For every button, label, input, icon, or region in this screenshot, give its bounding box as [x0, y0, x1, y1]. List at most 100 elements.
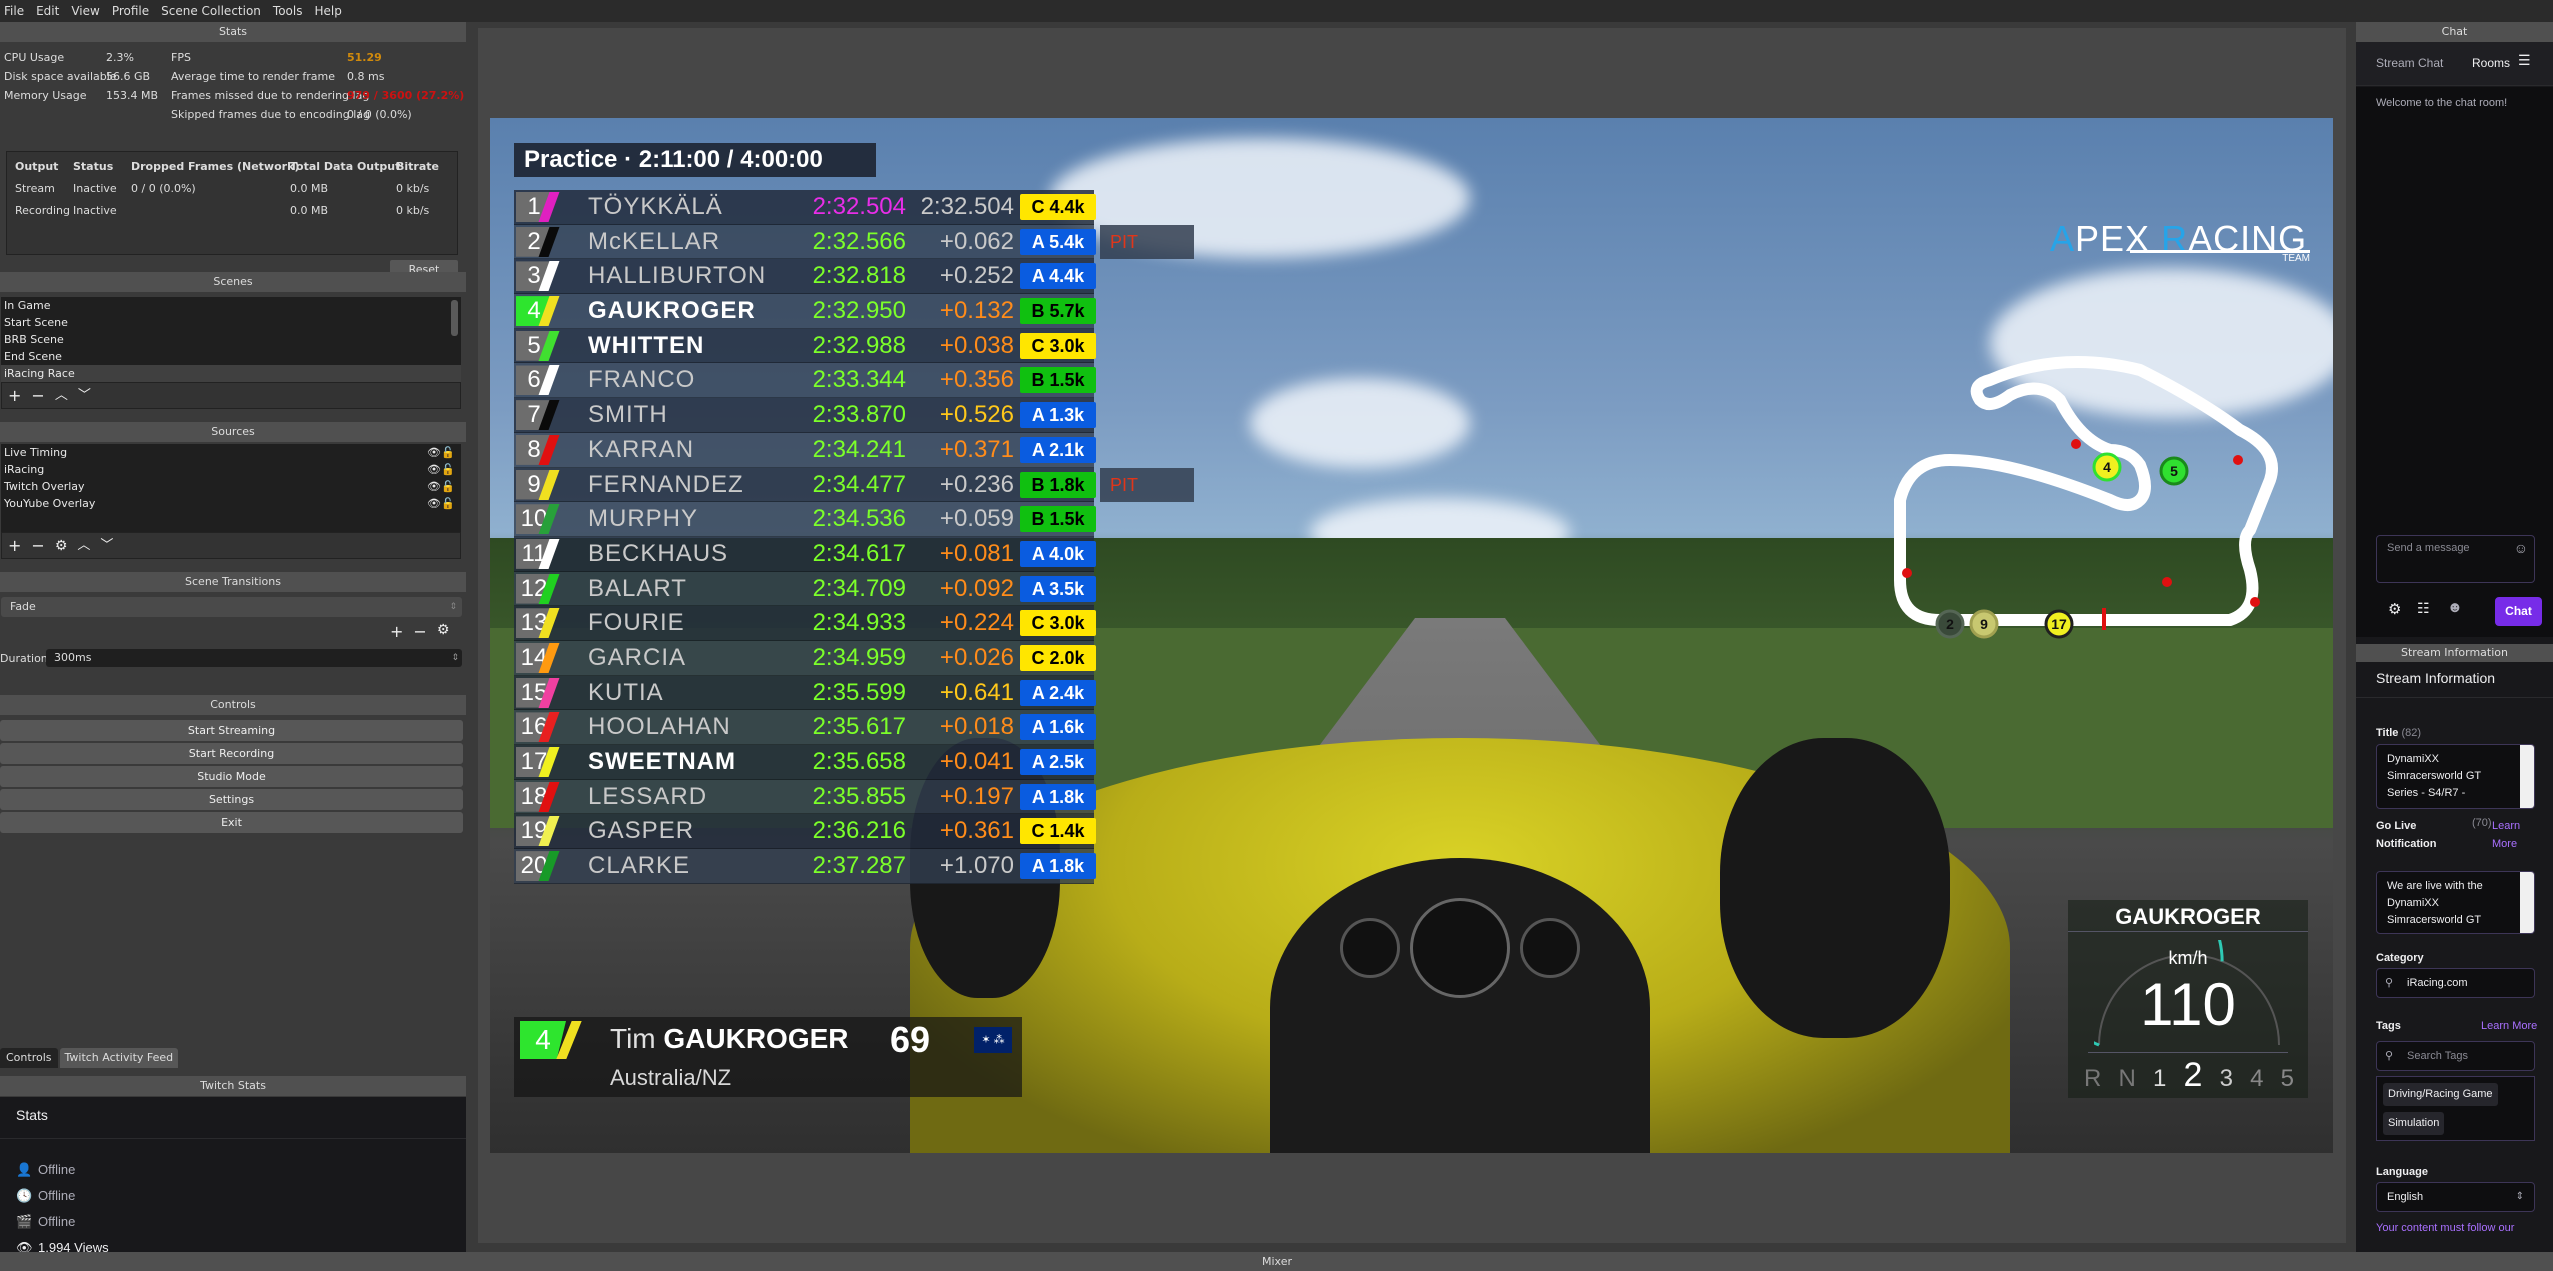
move-source-up-icon[interactable]: ︿ — [77, 539, 90, 552]
lb-driver-name: TÖYKKÄLÄ — [588, 193, 723, 220]
duration-spinner-icon[interactable]: ⇕ — [451, 649, 459, 667]
scene-item[interactable]: End Scene — [1, 348, 461, 365]
lock-icon[interactable]: 🔓 — [441, 478, 455, 495]
add-source-icon[interactable]: + — [8, 537, 21, 554]
language-select[interactable]: English ⇕ — [2376, 1182, 2535, 1212]
chat-message-input[interactable]: Send a message ☺ — [2376, 535, 2535, 583]
lb-driver-name: LESSARD — [588, 782, 708, 810]
menu-tools[interactable]: Tools — [273, 4, 303, 18]
scene-item-selected[interactable]: iRacing Race — [1, 365, 461, 382]
source-properties-gear-icon[interactable]: ⚙ — [55, 539, 68, 553]
scenes-toolbar: + − ︿ ﹀ — [1, 382, 461, 409]
lb-driver-name: SMITH — [588, 401, 668, 429]
lb-gap: +0.361 — [939, 817, 1014, 845]
emote-picker-icon[interactable]: ☺ — [2514, 540, 2528, 556]
lock-icon[interactable]: 🔓 — [441, 495, 455, 512]
notification-input[interactable]: We are live with the DynamiXX Simracersw… — [2376, 871, 2535, 934]
col-header-bitrate: Bitrate — [396, 160, 439, 173]
scene-item[interactable]: Start Scene — [1, 314, 461, 331]
lb-driver-name: BECKHAUS — [588, 539, 729, 567]
menu-profile[interactable]: Profile — [112, 4, 149, 18]
menu-file[interactable]: File — [4, 4, 24, 18]
studio-mode-button[interactable]: Studio Mode — [0, 766, 463, 787]
table-row-recording-data: 0.0 MB — [290, 204, 329, 217]
lb-gap: +0.081 — [939, 539, 1014, 567]
visibility-eye-icon[interactable]: 👁 — [427, 478, 441, 495]
source-item[interactable]: Twitch Overlay 👁 🔓 — [1, 478, 461, 495]
rooms-filter-icon[interactable]: ☰ — [2518, 52, 2531, 69]
stats-dock-title: Stats — [0, 22, 466, 42]
source-item[interactable]: YouYube Overlay 👁 🔓 — [1, 495, 461, 512]
lb-license-badge: A 5.4k — [1020, 228, 1096, 255]
transition-select[interactable]: Fade ⇕ — [1, 597, 462, 617]
leaderboard-row: 9 FERNANDEZ 2:34.477 +0.236 B 1.8k PIT — [514, 467, 1194, 503]
move-source-down-icon[interactable]: ﹀ — [100, 539, 113, 552]
lb-best-lap: 2:34.536 — [812, 505, 906, 533]
start-recording-button[interactable]: Start Recording — [0, 743, 463, 764]
chat-settings-gear-icon[interactable]: ⚙ — [2388, 600, 2401, 618]
title-scrollbar[interactable] — [2520, 745, 2534, 808]
chat-send-button[interactable]: Chat — [2495, 597, 2542, 626]
lb-gap: +0.526 — [939, 401, 1014, 429]
track-sector-dot — [2162, 577, 2172, 587]
title-input[interactable]: DynamiXX Simracersworld GT Series - S4/R… — [2376, 744, 2535, 809]
leaderboard-row: 15 KUTIA 2:35.599 +0.641 A 2.4k — [514, 675, 1096, 711]
lb-gap: +0.062 — [939, 227, 1014, 255]
lb-best-lap: 2:34.477 — [812, 470, 906, 498]
map-car-number: 2 — [1946, 616, 1954, 632]
menu-scene-collection[interactable]: Scene Collection — [161, 4, 261, 18]
transition-properties-gear-icon[interactable]: ⚙ — [437, 622, 450, 644]
col-header-status: Status — [73, 160, 114, 173]
menu-edit[interactable]: Edit — [36, 4, 59, 18]
category-input[interactable]: ⚲ iRacing.com — [2376, 968, 2535, 998]
tab-twitch-activity-feed[interactable]: Twitch Activity Feed — [59, 1048, 179, 1068]
lock-icon[interactable]: 🔓 — [441, 444, 455, 461]
tag-chip[interactable]: Simulation — [2383, 1112, 2445, 1135]
chat-input-placeholder: Send a message — [2387, 542, 2470, 554]
source-name: Live Timing — [4, 446, 68, 459]
gear-indicator: RN12345 — [2084, 1056, 2294, 1095]
source-item[interactable]: Live Timing 👁 🔓 — [1, 444, 461, 461]
settings-button[interactable]: Settings — [0, 789, 463, 810]
visibility-eye-icon[interactable]: 👁 — [427, 461, 441, 478]
menu-view[interactable]: View — [71, 4, 99, 18]
chat-list-icon[interactable]: ☷ — [2417, 600, 2430, 617]
lock-icon[interactable]: 🔓 — [441, 461, 455, 478]
move-scene-down-icon[interactable]: ﹀ — [78, 389, 91, 402]
tab-rooms[interactable]: Rooms — [2472, 56, 2510, 70]
tags-search-input[interactable]: ⚲ Search Tags — [2376, 1041, 2535, 1071]
notification-scrollbar[interactable] — [2520, 872, 2534, 933]
tab-stream-chat[interactable]: Stream Chat — [2376, 56, 2443, 70]
add-scene-icon[interactable]: + — [8, 387, 21, 404]
scenes-scrollbar[interactable] — [451, 300, 458, 336]
start-streaming-button[interactable]: Start Streaming — [0, 720, 463, 741]
lb-license-badge: A 4.4k — [1020, 263, 1096, 290]
tags-learn-more-link[interactable]: Learn More — [2481, 1020, 2537, 1032]
duration-input[interactable]: 300ms ⇕ — [46, 649, 462, 667]
tag-chip[interactable]: Driving/Racing Game — [2383, 1083, 2498, 1106]
stat-uptime: 🕓 Offline — [16, 1183, 109, 1209]
remove-source-icon[interactable]: − — [31, 537, 44, 554]
move-scene-up-icon[interactable]: ︿ — [55, 389, 68, 402]
tab-controls[interactable]: Controls — [0, 1048, 58, 1068]
scene-item[interactable]: In Game — [1, 297, 461, 314]
lb-driver-name: GASPER — [588, 817, 695, 845]
remove-scene-icon[interactable]: − — [31, 387, 44, 404]
exit-button[interactable]: Exit — [0, 812, 463, 833]
visibility-eye-icon[interactable]: 👁 — [427, 495, 441, 512]
notification-learn-more-link[interactable]: Learn More — [2492, 817, 2537, 853]
lb-license-badge: C 2.0k — [1020, 644, 1096, 671]
output-stats-table: Output Status Dropped Frames (Network) T… — [6, 151, 458, 255]
speedo-divider — [2088, 1052, 2288, 1053]
category-value: iRacing.com — [2407, 977, 2468, 989]
track-outline — [1894, 356, 2278, 626]
scene-item[interactable]: BRB Scene — [1, 331, 461, 348]
add-transition-icon[interactable]: + — [390, 622, 403, 644]
col-header-dropped: Dropped Frames (Network) — [131, 160, 300, 173]
remove-transition-icon[interactable]: − — [413, 622, 426, 644]
source-item[interactable]: iRacing 👁 🔓 — [1, 461, 461, 478]
menu-help[interactable]: Help — [314, 4, 341, 18]
sources-toolbar: + − ⚙ ︿ ﹀ — [1, 532, 461, 559]
visibility-eye-icon[interactable]: 👁 — [427, 444, 441, 461]
chat-emoji-icon[interactable]: ☻ — [2447, 599, 2463, 616]
